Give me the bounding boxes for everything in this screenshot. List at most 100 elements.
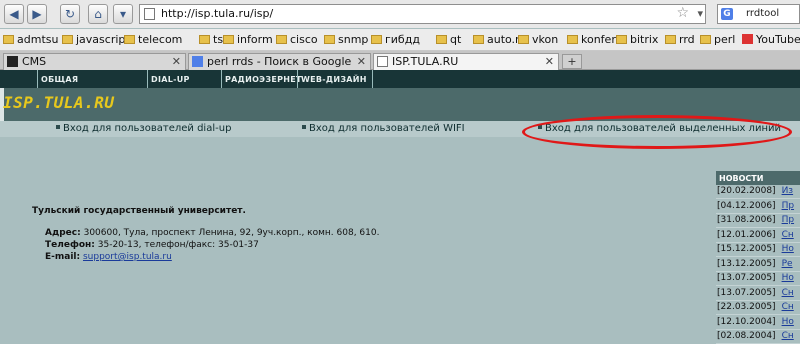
news-item[interactable]: [04.12.2006] Пр (716, 199, 800, 214)
bookmark-9[interactable]: qt (436, 33, 461, 46)
news-item[interactable]: [13.07.2005] Но (716, 272, 800, 286)
news-item[interactable]: [31.08.2006] Пр (716, 214, 800, 228)
bookmark-label: perl (714, 33, 736, 46)
news-item[interactable]: [15.12.2005] Но (716, 243, 800, 257)
folder-icon (473, 35, 484, 44)
search-bar[interactable]: G rrdtool (717, 4, 800, 24)
nav-dial-up[interactable]: DIAL-UP (147, 70, 221, 88)
bookmark-label: telecom (138, 33, 183, 46)
bookmark-label: snmp (338, 33, 369, 46)
news-item[interactable]: [12.01.2006] Сн (716, 228, 800, 243)
news-title-link[interactable]: Сн (782, 230, 794, 240)
dropdown-icon[interactable]: ▾ (697, 7, 703, 20)
email-label: E-mail: (45, 252, 81, 262)
bookmark-label: inform (237, 33, 273, 46)
news-item[interactable]: [20.02.2008] Из (716, 185, 800, 199)
tab-label: ISP.TULA.RU (392, 55, 459, 68)
reload-button[interactable]: ↻ (60, 4, 80, 24)
url-text: http://isp.tula.ru/isp/ (161, 7, 274, 20)
close-icon[interactable]: ✕ (545, 54, 554, 69)
close-icon[interactable]: ✕ (357, 54, 366, 69)
news-date: [15.12.2005] (717, 244, 776, 254)
news-panel: НОВОСТИ [20.02.2008] Из [04.12.2006] Пр [31.… (716, 171, 800, 344)
address-row: Адрес: 300600, Тула, проспект Ленина, 92… (45, 228, 379, 238)
bookmark-8[interactable]: гибдд (371, 33, 420, 46)
close-icon[interactable]: ✕ (172, 54, 181, 69)
nav-web-design[interactable]: WEB-ДИЗАЙН (297, 70, 373, 88)
university-name: Тульский государственный университет. (32, 206, 246, 216)
tab-google[interactable]: perl rrds - Поиск в Google ✕ (188, 53, 371, 70)
news-date: [13.07.2005] (717, 287, 776, 298)
site-logo[interactable]: ISP.TULA.RU (3, 93, 114, 112)
news-title-link[interactable]: Но (782, 317, 794, 327)
bookmark-14[interactable]: rrd (665, 33, 695, 46)
bookmark-2[interactable]: javascript (62, 33, 130, 46)
news-title-link[interactable]: Пр (782, 215, 794, 225)
bookmark-label: YouTube - Брон (756, 33, 800, 46)
page-icon (377, 56, 388, 67)
address-bar[interactable]: http://isp.tula.ru/isp/ ☆ ▾ (139, 4, 706, 24)
bullet-icon (56, 125, 60, 129)
email-row: E-mail: support@isp.tula.ru (45, 252, 172, 262)
bookmark-7[interactable]: snmp (324, 33, 368, 46)
news-title-link[interactable]: Пр (782, 201, 794, 211)
bookmark-label: гибдд (385, 33, 420, 46)
phone-value: 35-20-13, телефон/факс: 35-01-37 (97, 240, 259, 250)
login-wifi-link[interactable]: Вход для пользователей WIFI (302, 123, 465, 134)
news-title-link[interactable]: Из (782, 186, 794, 196)
news-date: [22.03.2005] (717, 302, 776, 312)
email-link[interactable]: support@isp.tula.ru (83, 252, 172, 262)
news-date: [12.01.2006] (717, 229, 776, 240)
tab-bar: CMS ✕ perl rrds - Поиск в Google ✕ ISP.T… (0, 51, 800, 70)
tab-cms[interactable]: CMS ✕ (3, 53, 186, 70)
login-dial-up-label: Вход для пользователей dial-up (63, 123, 232, 134)
address-value: 300600, Тула, проспект Ленина, 92, 9уч.к… (83, 228, 380, 238)
news-title-link[interactable]: Сн (782, 302, 794, 312)
folder-icon (62, 35, 73, 44)
nav-radio-ethernet[interactable]: РАДИОЭЗЕРНЕТ (221, 70, 301, 88)
folder-icon (518, 35, 529, 44)
highlight-oval (522, 115, 792, 149)
news-title-link[interactable]: Сн (782, 331, 794, 341)
bookmark-label: bitrix (630, 33, 659, 46)
news-date: [20.02.2008] (717, 186, 776, 196)
phone-row: Телефон: 35-20-13, телефон/факс: 35-01-3… (45, 240, 259, 250)
news-title-link[interactable]: Ре (782, 259, 793, 269)
bookmark-12[interactable]: konfer (567, 33, 616, 46)
folder-icon (223, 35, 234, 44)
news-item[interactable]: [22.03.2005] Сн (716, 301, 800, 315)
folder-icon (616, 35, 627, 44)
bookmark-label: konfer (581, 33, 616, 46)
home-icon: ⌂ (94, 7, 102, 21)
bookmark-5[interactable]: inform (223, 33, 273, 46)
bullet-icon (302, 125, 306, 129)
news-item[interactable]: [13.07.2005] Сн (716, 286, 800, 301)
forward-button[interactable]: ▶ (27, 4, 47, 24)
bookmark-1[interactable]: admtsu (3, 33, 58, 46)
new-tab-button[interactable]: + (562, 54, 582, 69)
login-dial-up-link[interactable]: Вход для пользователей dial-up (56, 123, 231, 134)
bookmark-15[interactable]: perl (700, 33, 735, 46)
bookmark-star-icon[interactable]: ☆ (676, 5, 689, 21)
news-item[interactable]: [13.12.2005] Ре (716, 257, 800, 272)
news-item[interactable]: [02.08.2004] Сн (716, 330, 800, 344)
bookmark-3[interactable]: telecom (124, 33, 182, 46)
phone-label: Телефон: (45, 240, 95, 250)
google-icon[interactable]: G (721, 8, 733, 20)
folder-icon (665, 35, 676, 44)
news-date: [04.12.2006] (717, 200, 776, 211)
nav-general-info[interactable]: ОБЩАЯ ИНФОРМАЦИЯ (37, 70, 147, 104)
news-title-link[interactable]: Сн (782, 288, 794, 298)
home-button[interactable]: ⌂ (88, 4, 108, 24)
news-title-link[interactable]: Но (782, 273, 794, 283)
downloads-button[interactable]: ▾ (113, 4, 133, 24)
bookmark-11[interactable]: vkon (518, 33, 558, 46)
tab-isp[interactable]: ISP.TULA.RU ✕ (373, 53, 559, 70)
browser-toolbar: ◀ ▶ ↻ ⌂ ▾ http://isp.tula.ru/isp/ ☆ ▾ G … (0, 0, 800, 28)
bookmark-6[interactable]: cisco (276, 33, 318, 46)
news-item[interactable]: [12.10.2004] Но (716, 315, 800, 330)
back-button[interactable]: ◀ (4, 4, 24, 24)
bookmark-13[interactable]: bitrix (616, 33, 658, 46)
news-title-link[interactable]: Но (782, 244, 794, 254)
bookmark-16[interactable]: YouTube - Брон (742, 33, 800, 46)
